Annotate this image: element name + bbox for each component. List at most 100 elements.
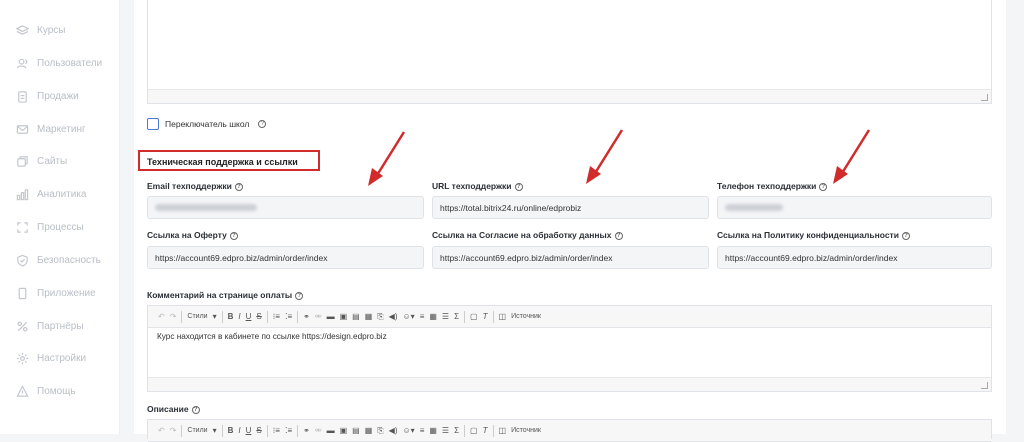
toolbar-separator <box>464 424 466 437</box>
sidebar-item-label: Процессы <box>37 221 84 233</box>
support-url-field[interactable]: https://total.bitrix24.ru/online/edprobi… <box>432 196 709 219</box>
undo-icon[interactable]: ↶ <box>158 312 165 321</box>
unlink-icon[interactable]: ⚮ <box>315 312 322 321</box>
sidebar-item-help[interactable]: Помощь <box>16 381 76 401</box>
description-editor[interactable]: ↶ ↷ Стили ▾ B I U S ⁝≡ ⁚≡ ⚭ ⚮ ▬ ▣ ▤ ▦ ⎘ … <box>147 419 992 442</box>
help-icon[interactable]: ? <box>229 231 238 240</box>
pages-icon <box>16 155 29 168</box>
toolbar-separator <box>492 310 494 323</box>
source-button[interactable]: Источник <box>511 427 541 434</box>
template-icon[interactable]: ⎘ <box>377 312 383 322</box>
support-phone-label: Телефон техподдержки? <box>717 181 828 191</box>
sidebar-item-label: Сайты <box>37 155 68 167</box>
italic-icon[interactable]: I <box>238 312 240 321</box>
list-format-icon[interactable]: ☰ <box>442 312 449 321</box>
sidebar-item-label: Настройки <box>37 352 87 364</box>
main-content: Переключатель школ ? Техническая поддерж… <box>134 0 1006 442</box>
toolbar-separator <box>492 424 494 437</box>
offer-link-field[interactable]: https://account69.edpro.biz/admin/order/… <box>147 246 424 269</box>
layers-icon <box>16 24 29 37</box>
sidebar-item-label: Приложение <box>37 287 96 299</box>
sigma-icon[interactable]: Σ <box>454 312 459 321</box>
styles-dropdown[interactable]: Стили <box>187 427 207 434</box>
sidebar-item-label: Помощь <box>37 385 76 397</box>
toolbar-separator <box>266 424 268 437</box>
help-icon <box>16 384 29 398</box>
toolbar-separator <box>266 310 268 323</box>
toolbar-separator <box>181 310 183 323</box>
video-icon[interactable]: ▦ <box>365 312 373 321</box>
horizontal-rule-icon[interactable]: ≡ <box>420 312 425 321</box>
sidebar-item-courses[interactable]: Курсы <box>16 20 65 40</box>
link-icon[interactable]: ⚭ <box>303 312 310 321</box>
help-icon[interactable]: ? <box>295 291 304 300</box>
consent-link-field[interactable]: https://account69.edpro.biz/admin/order/… <box>432 246 709 269</box>
resize-handle[interactable] <box>981 94 988 101</box>
section-title: Техническая поддержка и ссылки <box>147 157 298 167</box>
audio-icon[interactable]: ◀) <box>389 312 398 321</box>
sidebar-item-users[interactable]: Пользователи <box>16 53 102 73</box>
source-icon[interactable]: ◫ <box>499 312 507 321</box>
bullet-list-icon[interactable]: ⁚≡ <box>285 312 292 321</box>
styles-dropdown[interactable]: Стили <box>187 313 207 320</box>
clear-format-icon[interactable]: T <box>483 312 488 321</box>
media-icon[interactable]: ▤ <box>352 312 360 321</box>
editor-toolbar: ↶ ↷ Стили ▾ B I U S ⁝≡ ⁚≡ ⚭ ⚮ ▬ ▣ ▤ ▦ ⎘ … <box>148 420 991 442</box>
help-icon[interactable]: ? <box>234 182 243 191</box>
source-button[interactable]: Источник <box>511 313 541 320</box>
sidebar-item-label: Курсы <box>37 24 66 36</box>
bold-icon[interactable]: B <box>228 312 234 321</box>
sidebar-item-analytics[interactable]: Аналитика <box>16 184 87 204</box>
toolbar-separator <box>221 310 223 323</box>
sidebar-item-marketing[interactable]: Маркетинг <box>16 119 86 139</box>
offer-link-label: Ссылка на Оферту? <box>147 230 238 240</box>
top-textarea[interactable] <box>147 0 992 104</box>
table-icon[interactable]: ▦ <box>429 312 437 321</box>
editor-footer <box>148 377 991 391</box>
sidebar-item-partners[interactable]: Партнёры <box>16 316 84 336</box>
underline-icon[interactable]: U <box>246 312 252 321</box>
privacy-link-field[interactable]: https://account69.edpro.biz/admin/order/… <box>717 246 992 269</box>
template-icon[interactable]: ⎘ <box>377 426 383 436</box>
toolbar-separator <box>181 424 183 437</box>
clipboard-icon <box>16 90 29 103</box>
toolbar-separator <box>464 310 466 323</box>
help-icon[interactable]: ? <box>258 120 267 128</box>
editor-toolbar: ↶ ↷ Стили ▾ B I U S ⁝≡ ⁚≡ ⚭ ⚮ ▬ ▣ ▤ ▦ ⎘ … <box>148 306 991 328</box>
sidebar-item-processes[interactable]: Процессы <box>16 217 84 237</box>
help-icon[interactable]: ? <box>514 182 523 191</box>
sidebar-item-settings[interactable]: Настройки <box>16 348 86 368</box>
school-switch-checkbox[interactable] <box>147 118 159 130</box>
support-email-field[interactable] <box>147 196 424 219</box>
image-icon[interactable]: ▣ <box>340 312 348 321</box>
anchor-icon[interactable]: ▬ <box>327 312 335 321</box>
sidebar-item-sales[interactable]: Продажи <box>16 86 79 106</box>
resize-handle[interactable] <box>981 382 988 389</box>
sidebar-item-sites[interactable]: Сайты <box>16 151 67 171</box>
payment-comment-text[interactable]: Курс находится в кабинете по ссылке http… <box>148 328 991 345</box>
users-icon <box>16 57 29 70</box>
help-icon[interactable]: ? <box>191 405 200 414</box>
sidebar-item-security[interactable]: Безопасность <box>16 250 101 270</box>
numbered-list-icon[interactable]: ⁝≡ <box>273 312 280 321</box>
sidebar-item-label: Пользователи <box>37 57 103 69</box>
redo-icon[interactable]: ↷ <box>170 312 177 321</box>
toolbar-separator <box>221 424 223 437</box>
chevron-down-icon[interactable]: ▾ <box>213 312 217 321</box>
help-icon[interactable]: ? <box>819 182 828 191</box>
school-switch-label: Переключатель школ <box>165 119 250 129</box>
support-phone-field[interactable] <box>717 196 992 219</box>
bar-chart-icon <box>16 188 29 201</box>
help-icon[interactable]: ? <box>614 231 623 240</box>
annotation-arrow <box>586 129 624 184</box>
emoji-icon[interactable]: ☺▾ <box>403 312 415 321</box>
support-url-label: URL техподдержки? <box>432 181 523 191</box>
sidebar-item-label: Безопасность <box>37 254 101 266</box>
payment-comment-editor[interactable]: ↶ ↷ Стили ▾ B I U S ⁝≡ ⁚≡ ⚭ ⚮ ▬ ▣ ▤ ▦ ⎘ … <box>147 305 992 392</box>
strikethrough-icon[interactable]: S <box>256 312 261 321</box>
sidebar-item-label: Продажи <box>37 90 79 102</box>
help-icon[interactable]: ? <box>901 231 910 240</box>
sidebar-item-app[interactable]: Приложение <box>16 283 96 303</box>
paste-icon[interactable]: ▢ <box>470 312 478 321</box>
editor-footer <box>148 89 991 103</box>
